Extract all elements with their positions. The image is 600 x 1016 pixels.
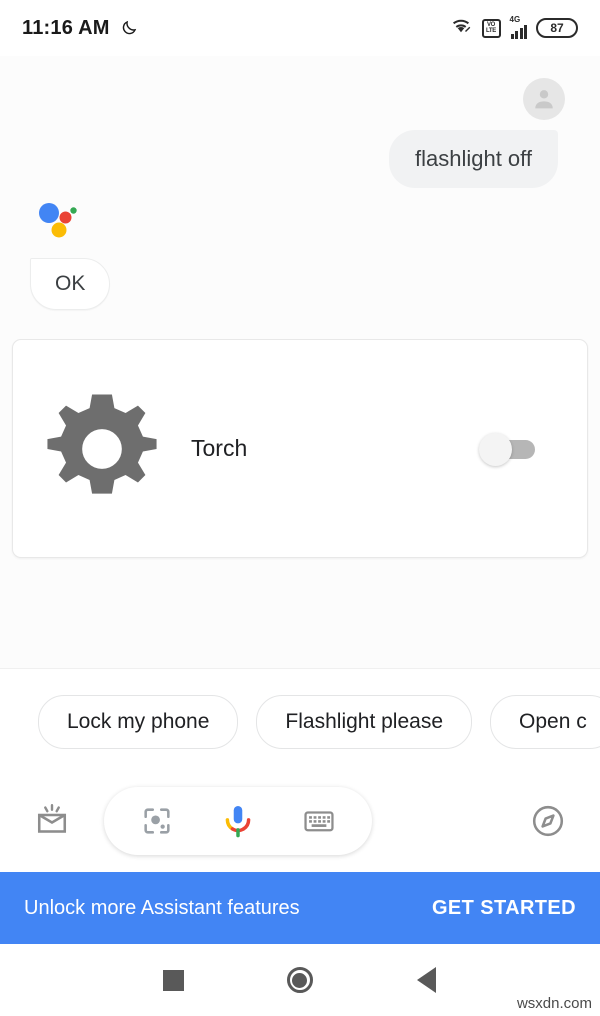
battery-icon: 87 <box>536 18 578 38</box>
signal-bars <box>510 24 527 39</box>
status-bar: 11:16 AM VO LTE 4G 87 <box>0 0 600 56</box>
moon-icon <box>120 19 138 37</box>
user-message-bubble: flashlight off <box>388 130 558 188</box>
google-lens-icon[interactable] <box>129 793 185 849</box>
volte-label-bottom: LTE <box>486 28 496 34</box>
volte-icon: VO LTE <box>481 18 501 38</box>
assistant-screen: 11:16 AM VO LTE 4G 87 flashlight off OK … <box>0 0 600 1016</box>
network-type-label: 4G <box>509 14 521 24</box>
signal-bars-icon: 4G <box>509 14 527 39</box>
assistant-reply-bubble: OK <box>30 258 111 310</box>
bottom-input-bar <box>0 774 600 868</box>
suggestion-chip-flashlight-please[interactable]: Flashlight please <box>256 694 473 749</box>
snapshot-button[interactable] <box>0 793 104 849</box>
torch-device-card[interactable]: Torch <box>12 339 588 558</box>
suggestion-chip-lock-my-phone[interactable]: Lock my phone <box>38 694 239 749</box>
keyboard-icon[interactable] <box>291 793 347 849</box>
user-avatar-icon[interactable] <box>523 78 565 120</box>
google-assistant-logo <box>36 203 82 239</box>
home-glyph <box>286 967 313 993</box>
status-bar-right: VO LTE 4G 87 <box>449 14 578 40</box>
status-bar-left: 11:16 AM <box>22 17 138 40</box>
promo-banner[interactable]: Unlock more Assistant features GET START… <box>0 872 600 944</box>
gear-icon <box>13 387 191 511</box>
toggle-knob[interactable] <box>479 432 512 466</box>
battery-level: 87 <box>550 21 564 35</box>
assistant-input-pill <box>104 787 372 855</box>
suggestion-chips-row: Lock my phone Flashlight please Open c <box>0 669 600 774</box>
suggestion-chip-open[interactable]: Open c <box>490 694 600 749</box>
home-circle-icon[interactable] <box>274 954 326 1006</box>
promo-banner-text: Unlock more Assistant features <box>24 896 300 919</box>
recents-square-icon[interactable] <box>147 954 199 1006</box>
compass-explore-icon <box>520 793 576 849</box>
back-glyph <box>417 967 437 993</box>
explore-button[interactable] <box>496 793 600 849</box>
android-nav-bar <box>0 944 600 1016</box>
recents-glyph <box>162 969 184 991</box>
wifi-icon <box>449 16 473 40</box>
torch-card-label: Torch <box>191 435 248 461</box>
snapshot-inbox-icon <box>24 793 80 849</box>
get-started-button[interactable]: GET STARTED <box>432 897 576 920</box>
watermark: wsxdn.com <box>516 995 592 1012</box>
back-triangle-icon[interactable] <box>401 954 453 1006</box>
google-mic-icon[interactable] <box>210 793 266 849</box>
status-clock: 11:16 AM <box>22 16 110 39</box>
